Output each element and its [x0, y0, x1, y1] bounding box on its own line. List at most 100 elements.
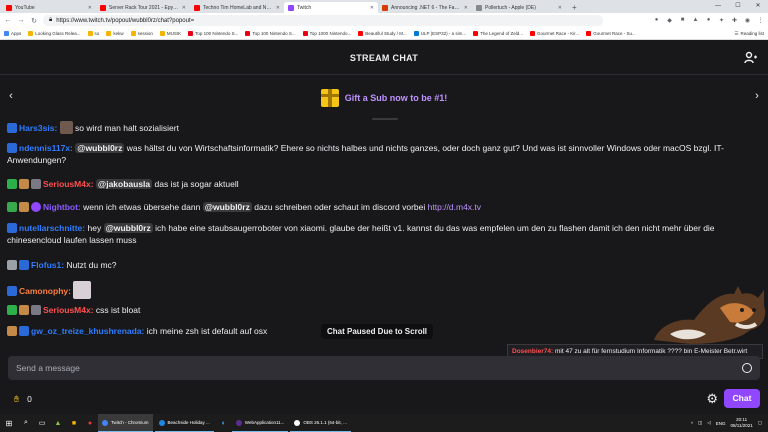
url-bar[interactable]: 🔒︎ https://www.twitch.tv/popout/wubbl0rz… [43, 15, 603, 26]
chat-message-input[interactable] [16, 363, 742, 373]
community-icon [744, 51, 757, 64]
back-icon[interactable]: ← [4, 17, 12, 24]
bookmark-apps[interactable]: Apps [4, 31, 21, 36]
chat-username[interactable]: ndennis117x: [19, 143, 73, 153]
youtube-icon [529, 31, 535, 36]
chat-username[interactable]: SeriousM4x: [43, 305, 94, 315]
close-icon[interactable]: ✕ [370, 5, 374, 11]
taskbar-app-beachside[interactable]: Beachside Holiday ... [154, 414, 214, 432]
bookmark-item[interactable]: Looking Glass Relea... [28, 31, 81, 36]
extension-icon[interactable]: ● [705, 17, 712, 24]
menu-icon[interactable]: ⋮ [757, 17, 764, 24]
youtube-icon [100, 4, 106, 11]
profile-icon[interactable]: ◉ [744, 17, 751, 24]
forward-icon[interactable]: → [17, 17, 25, 24]
task-view-icon[interactable]: ▭ [34, 414, 50, 432]
bookmark-item[interactable]: Top 100 Nintendo S... [245, 31, 296, 36]
new-tab-button[interactable]: + [566, 2, 583, 13]
folder-icon[interactable]: ■ [66, 414, 82, 432]
mention[interactable]: @jakobausla [95, 179, 153, 189]
chevron-up-icon[interactable]: ^ [691, 421, 693, 426]
language-indicator[interactable]: ENG [716, 421, 726, 426]
channel-points[interactable]: ✋︎ 0 [14, 394, 32, 405]
bookmark-item[interactable]: kekw [106, 31, 124, 36]
chat-input-container [8, 356, 760, 380]
chat-username[interactable]: Nightbot: [43, 202, 81, 212]
close-window-icon[interactable]: ✕ [748, 0, 768, 13]
clock[interactable]: 20:11 08/11/2021 [731, 417, 753, 429]
bookmark-item[interactable]: The Legend of Zeld... [473, 31, 523, 36]
taskbar-app-label: Beachside Holiday ... [167, 420, 210, 425]
chat-username[interactable]: nutellarschnitte: [19, 223, 85, 233]
mention[interactable]: @wubbl0rz [202, 202, 252, 212]
bookmark-item[interactable]: so [87, 31, 99, 36]
edge-icon[interactable]: ◐ [216, 414, 232, 432]
chat-message: Hars3sis: so wird man halt sozialisiert [7, 121, 756, 134]
close-icon[interactable]: ✕ [464, 5, 468, 11]
taskbar-app-label: Twitch - Chromium [111, 420, 149, 425]
chat-username[interactable]: Flofus1: [31, 260, 64, 270]
nintendo-icon [245, 31, 251, 36]
windows-start-icon[interactable]: ⊞ [0, 414, 18, 432]
users-icon[interactable] [744, 51, 758, 65]
bookmark-item[interactable]: session [130, 31, 153, 36]
taskbar-app-chromium[interactable]: Twitch - Chromium [98, 414, 153, 432]
bookmark-item[interactable]: Gourmet Race - Kir... [529, 31, 579, 36]
channel-points-icon: ✋︎ [14, 393, 20, 404]
network-icon[interactable]: ◫ [698, 420, 702, 426]
close-icon[interactable]: ✕ [276, 5, 280, 11]
bookmark-item[interactable]: Top 1000 Nintendo... [302, 31, 351, 36]
minimize-icon[interactable]: — [708, 0, 728, 13]
taskbar-app-obs[interactable]: OBS 26.1.1 (64-bit, ... [290, 414, 351, 432]
settings-gear-icon[interactable]: ⚙︎ [706, 392, 718, 406]
search-icon[interactable]: ⌕ [18, 414, 34, 432]
bookmark-item[interactable]: Beautiful Study / M... [358, 31, 407, 36]
message-text-pre: hey [87, 223, 102, 233]
bookmark-item[interactable]: MUSIK [159, 31, 181, 36]
browser-tab-server-rack[interactable]: Server Rack Tour 2021 - Epyc Ryz... ✕ [96, 2, 190, 13]
extension-icon[interactable]: ▲ [692, 17, 699, 24]
chat-paused-notice[interactable]: Chat Paused Due to Scroll [321, 324, 434, 339]
reload-icon[interactable]: ↻ [30, 17, 38, 25]
mention[interactable]: @wubbl0rz [103, 223, 153, 233]
extension-icon[interactable]: ● [653, 17, 660, 24]
notifications-icon[interactable]: ▢ [758, 420, 762, 426]
volume-icon[interactable]: ◁ [707, 420, 710, 426]
close-icon[interactable]: ✕ [88, 5, 92, 11]
taskbar-app-visual-studio[interactable]: WebApplication11... [231, 414, 289, 432]
close-icon[interactable]: ✕ [182, 5, 186, 11]
emote-picker-icon[interactable] [742, 363, 752, 373]
taskbar-app-label: WebApplication11... [244, 420, 285, 425]
browser-tab-dotnet[interactable]: Announcing .NET 6 - The Fastest... ✕ [378, 2, 472, 13]
mention[interactable]: @wubbl0rz [75, 143, 125, 153]
close-icon[interactable]: ✕ [558, 5, 562, 11]
reading-list[interactable]: ☰ Reading list [734, 31, 764, 37]
browser-tab-techno-tim[interactable]: Techno Tim HomeLab and NEW S... ✕ [190, 2, 284, 13]
app-icon[interactable]: ▲ [50, 414, 66, 432]
extension-icon[interactable]: ✦ [718, 17, 725, 24]
folder-icon [106, 31, 112, 36]
chat-username[interactable]: Hars3sis: [19, 123, 57, 133]
gift-sub-banner[interactable]: ‹ Gift a Sub now to be #1! › [0, 76, 768, 120]
helmet-badge-icon [31, 305, 41, 315]
extension-icon[interactable]: ◆ [666, 17, 673, 24]
puzzle-icon[interactable]: ✚ [731, 17, 738, 24]
extension-icon[interactable]: ■ [679, 17, 686, 24]
tab-label: YouTube [15, 4, 35, 11]
extension-icons: ● ◆ ■ ▲ ● ✦ ✚ ◉ ⋮ [653, 17, 764, 24]
browser-tab-apple[interactable]: Pollertuch - Apple (DE) ✕ [472, 2, 566, 13]
chevron-left-icon[interactable]: ‹ [5, 90, 17, 102]
message-link[interactable]: http://d.m4x.tv [428, 202, 481, 212]
browser-tab-youtube[interactable]: YouTube ✕ [2, 2, 96, 13]
chat-username[interactable]: SeriousM4x: [43, 179, 94, 189]
bookmark-item[interactable]: Top 100 Nintendo S... [188, 31, 238, 36]
bookmark-item[interactable]: ULP (ESP32) - a sim... [413, 31, 466, 36]
chevron-right-icon[interactable]: › [751, 90, 763, 102]
maximize-icon[interactable]: ☐ [728, 0, 748, 13]
app-icon[interactable]: ● [82, 414, 98, 432]
browser-tab-twitch[interactable]: Twitch ✕ [284, 2, 378, 13]
chat-username[interactable]: gw_oz_treize_khushrenada: [31, 326, 144, 336]
chat-username[interactable]: Camonophy: [19, 286, 71, 296]
bookmark-item[interactable]: Gourmet Race - Su... [586, 31, 636, 36]
send-chat-button[interactable]: Chat [724, 389, 760, 408]
